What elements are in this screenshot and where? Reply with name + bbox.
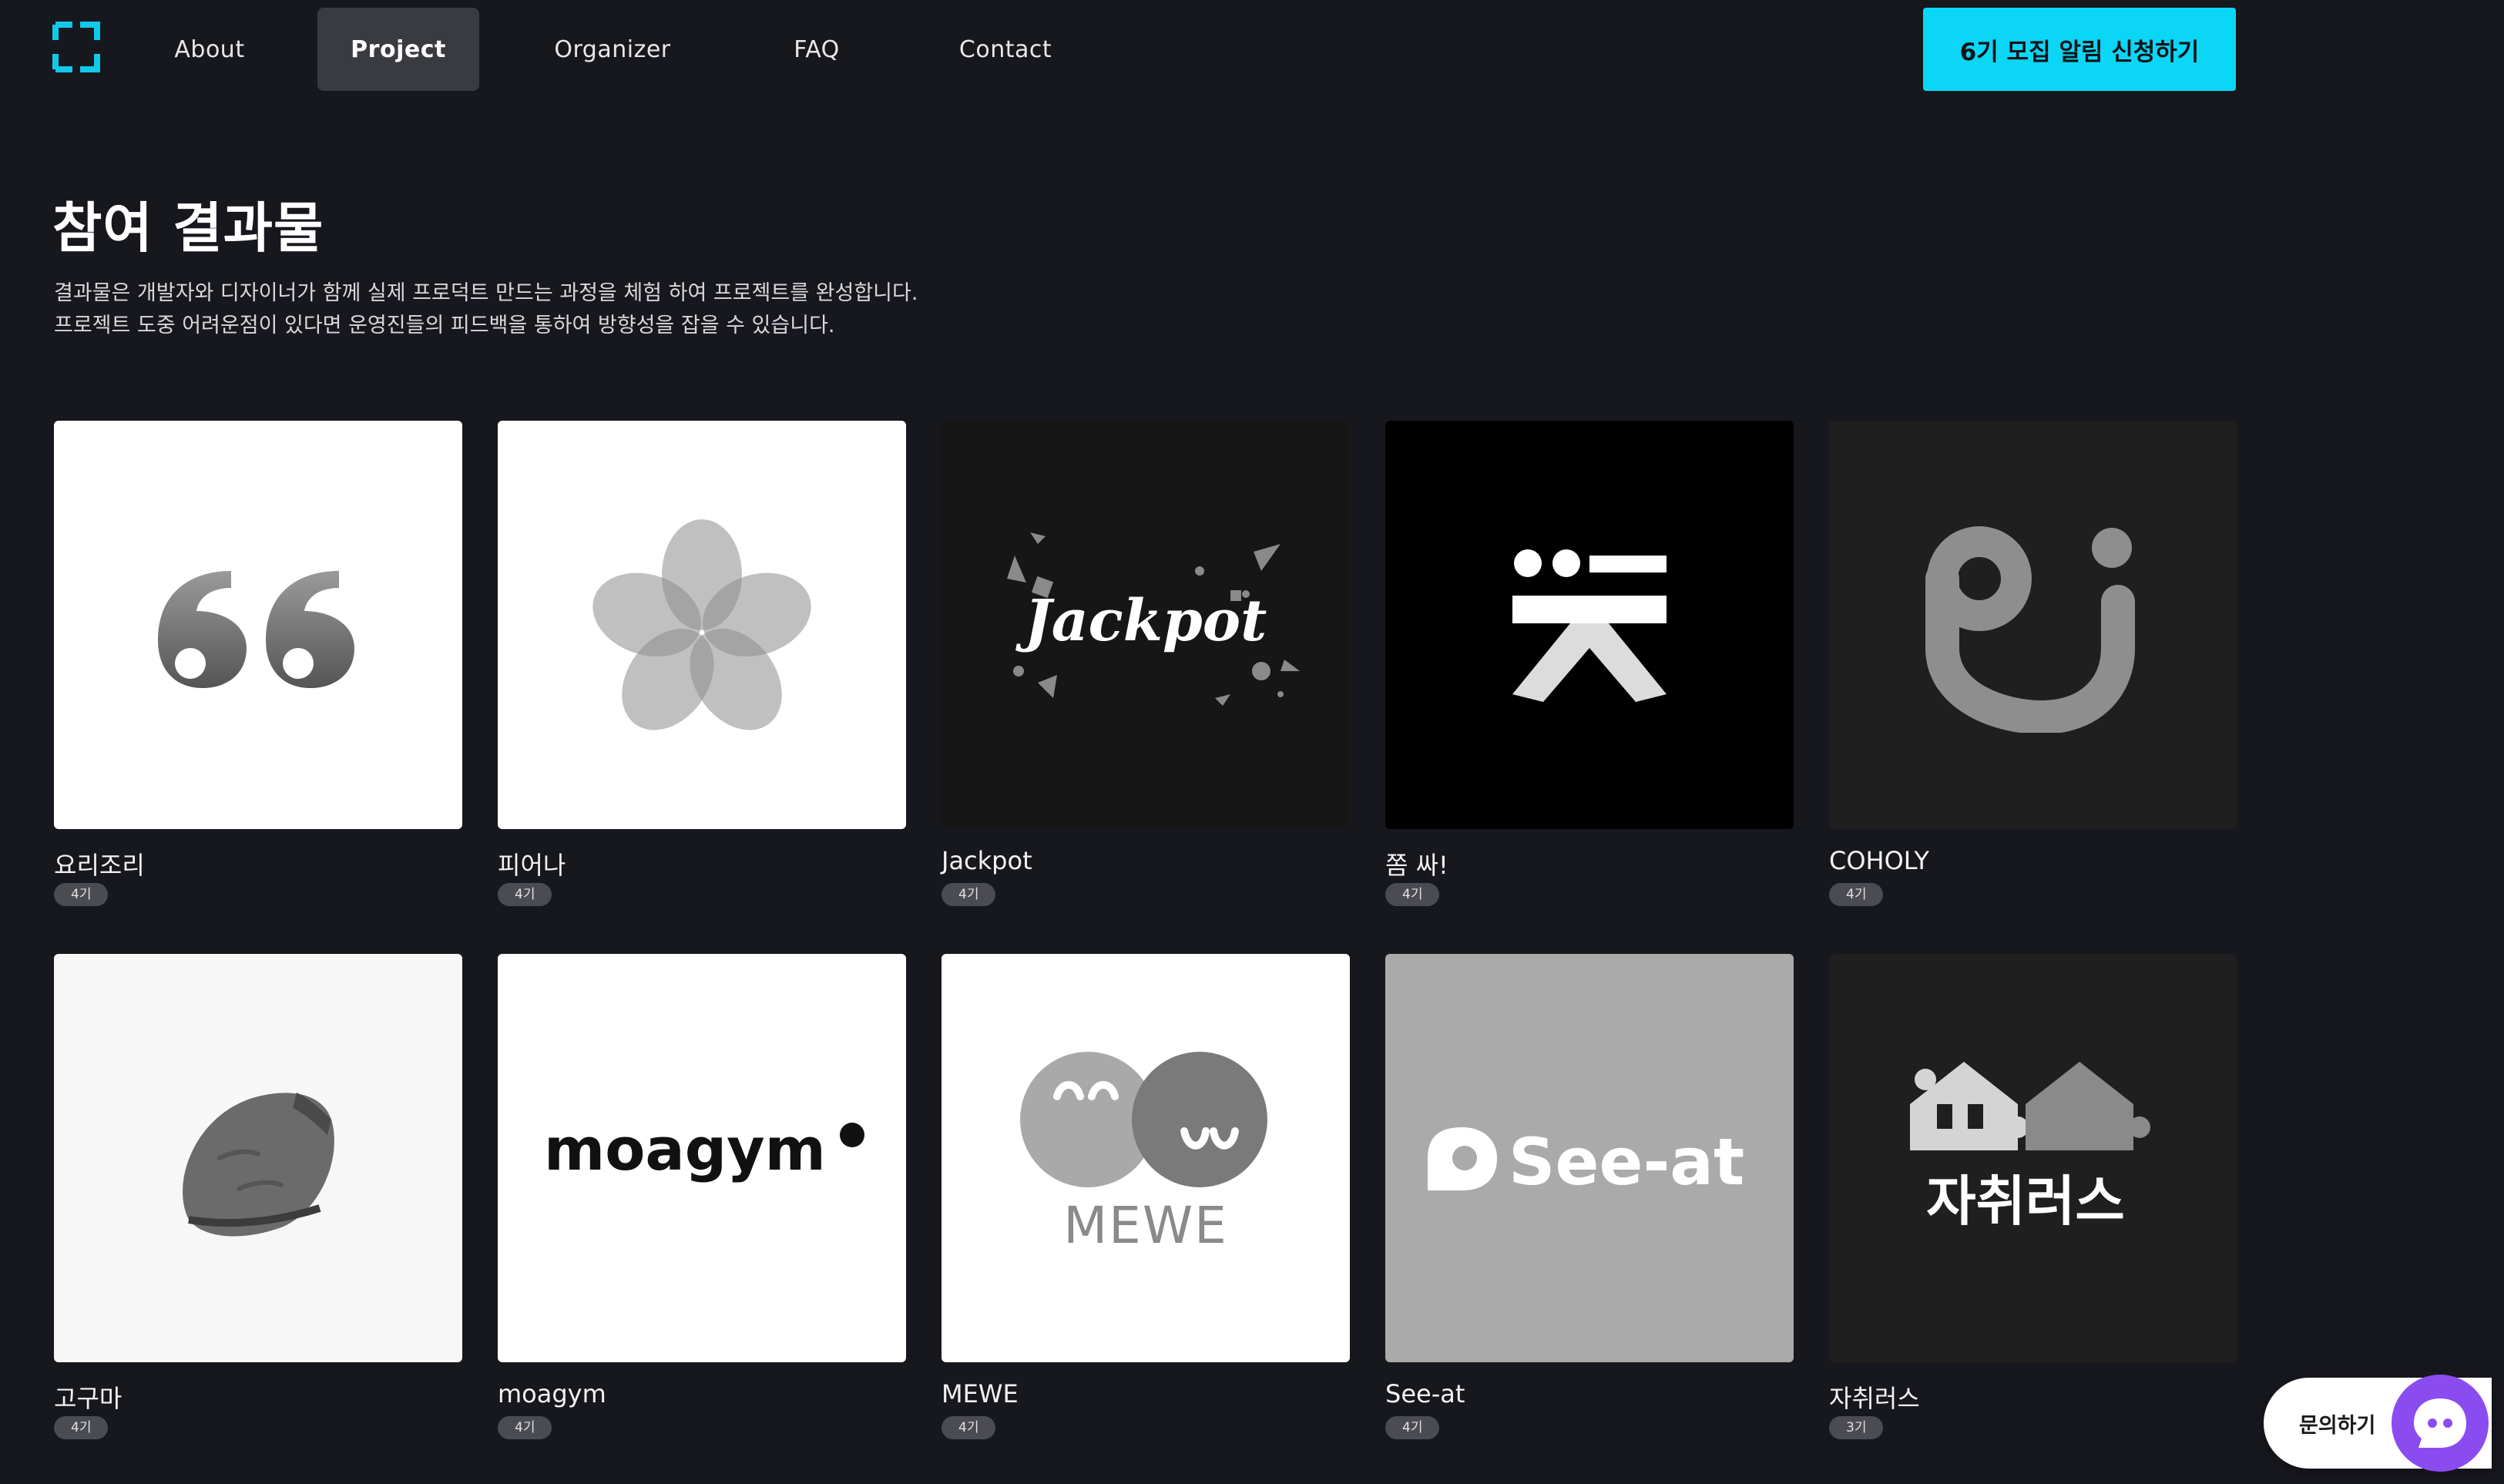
- inquiry-label: 문의하기: [2299, 1413, 2376, 1438]
- nav-contact[interactable]: Contact: [940, 8, 1071, 91]
- project-thumbnail[interactable]: See-at: [1385, 954, 1794, 1362]
- project-thumbnail[interactable]: Jackpot: [942, 421, 1350, 829]
- nav-project[interactable]: Project: [317, 8, 479, 91]
- cohort-badge: 4기: [498, 1416, 552, 1439]
- page-description-line-2: 프로젝트 도중 어려운점이 있다면 운영진들의 피드백을 통하여 방향성을 잡을…: [54, 314, 835, 337]
- project-title: COHOLY: [1829, 846, 1929, 875]
- project-title: See-at: [1385, 1379, 1465, 1408]
- nav-faq[interactable]: FAQ: [770, 8, 863, 91]
- project-title: Jackpot: [942, 846, 1032, 875]
- site-logo[interactable]: [52, 22, 100, 72]
- project-title: 자취러스: [1829, 1384, 1920, 1413]
- cohort-badge: 4기: [942, 1416, 996, 1439]
- project-card-moagym[interactable]: moagym moagym 4기: [498, 954, 906, 1439]
- project-thumbnail[interactable]: [54, 954, 462, 1362]
- jjom-ssa-icon: [1512, 549, 1667, 702]
- sweet-potato-icon: [183, 1093, 334, 1237]
- project-thumbnail[interactable]: 자취러스: [1829, 954, 2237, 1362]
- cohort-badge: 4기: [1385, 883, 1440, 906]
- project-card-jackpot[interactable]: Jackpot Jackpot 4기: [942, 421, 1350, 906]
- project-thumbnail[interactable]: [1385, 421, 1794, 829]
- cohort-badge: 4기: [942, 883, 996, 906]
- jackpot-wordmark: Jackpot: [1007, 532, 1300, 706]
- chat-launcher-button[interactable]: [2392, 1375, 2489, 1472]
- nav-organizer[interactable]: Organizer: [539, 8, 686, 91]
- quote-eyes-icon: [158, 571, 354, 688]
- page-title: 참여 결과물: [52, 196, 324, 260]
- project-title: 쫌 싸!: [1385, 851, 1448, 880]
- project-card-jjom-ssa[interactable]: 쫌 싸! 4기: [1385, 421, 1794, 906]
- page-description-line-1: 결과물은 개발자와 디자이너가 함께 실제 프로덕트 만드는 과정을 체험 하여…: [54, 281, 918, 305]
- recruit-notify-button[interactable]: 6기 모집 알림 신청하기: [1923, 8, 2236, 91]
- project-card-piana[interactable]: 피어나 4기: [498, 421, 906, 906]
- cohort-badge: 4기: [54, 1416, 109, 1439]
- project-thumbnail[interactable]: moagym: [498, 954, 906, 1362]
- project-title: 피어나: [498, 851, 566, 880]
- project-card-jachwi-rus[interactable]: 자취러스 자취러스 3기: [1829, 954, 2237, 1439]
- chat-bubble-icon: [2414, 1398, 2466, 1448]
- cohort-badge: 4기: [498, 883, 552, 906]
- cohort-badge: 4기: [1829, 883, 1884, 906]
- project-thumbnail[interactable]: [498, 421, 906, 829]
- coholy-icon: [1925, 526, 2135, 733]
- see-at-logo-text: See-at: [1509, 1124, 1744, 1200]
- project-title: 고구마: [54, 1384, 123, 1413]
- project-title: 요리조리: [54, 851, 145, 880]
- jachwi-logo-text: 자취러스: [1926, 1170, 2125, 1233]
- cohort-badge: 3기: [1829, 1416, 1884, 1439]
- project-card-see-at[interactable]: See-at See-at 4기: [1385, 954, 1794, 1439]
- jachwi-houses-icon: 자취러스: [1910, 1062, 2150, 1233]
- project-card-yorijori[interactable]: 요리조리 4기: [54, 421, 462, 906]
- cohort-badge: 4기: [1385, 1416, 1440, 1439]
- mewe-icon: MEWE: [1020, 1052, 1267, 1255]
- moagym-wordmark: moagym: [544, 1115, 864, 1184]
- project-title: moagym: [498, 1379, 606, 1408]
- mewe-logo-text: MEWE: [1063, 1196, 1228, 1255]
- bracket-logo-icon: [52, 22, 100, 72]
- project-thumbnail[interactable]: [54, 421, 462, 829]
- jackpot-logo-text: Jackpot: [1015, 588, 1267, 654]
- project-title: MEWE: [942, 1379, 1019, 1408]
- project-thumbnail[interactable]: MEWE: [942, 954, 1350, 1362]
- project-card-mewe[interactable]: MEWE MEWE 4기: [942, 954, 1350, 1439]
- flower-icon: [592, 519, 811, 730]
- moagym-logo-text: moagym: [544, 1115, 826, 1184]
- nav-about[interactable]: About: [163, 8, 256, 91]
- cohort-badge: 4기: [54, 883, 109, 906]
- project-thumbnail[interactable]: [1829, 421, 2237, 829]
- project-card-coholy[interactable]: COHOLY 4기: [1829, 421, 2237, 906]
- project-card-goguma[interactable]: 고구마 4기: [54, 954, 462, 1439]
- see-at-wordmark: See-at: [1428, 1124, 1744, 1200]
